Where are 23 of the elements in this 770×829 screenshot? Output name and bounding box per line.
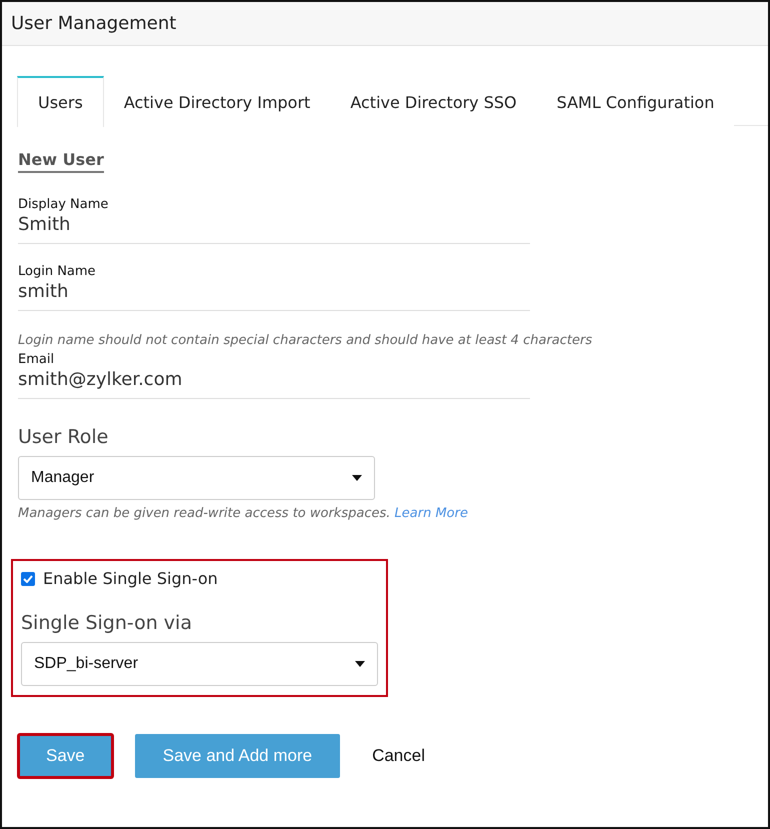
tab[interactable]: Users xyxy=(17,76,104,127)
text-field[interactable]: Display Name Smith xyxy=(18,193,530,244)
role-dropdown[interactable]: Manager xyxy=(18,456,375,500)
field-label: Single Sign-on via xyxy=(21,612,193,634)
role-hint: Managers can be given read-write access to workspaces. Learn More xyxy=(18,506,469,521)
cancel-button[interactable]: Cancel xyxy=(362,734,435,778)
text-field[interactable]: Email smith@zylker.com xyxy=(18,348,530,399)
field-value: Smith xyxy=(18,214,72,235)
sso-dropdown[interactable]: SDP_bi-server xyxy=(21,642,378,686)
field-hint: Login name should not contain special characters and should have at least 4 characters xyxy=(18,333,594,348)
field-label: Email xyxy=(18,352,56,367)
field-label: Display Name xyxy=(18,197,110,212)
text-field[interactable]: Login Name smith xyxy=(18,260,530,311)
window-title: User Management xyxy=(11,13,176,34)
checkbox[interactable] xyxy=(21,572,35,586)
caret-icon xyxy=(355,661,365,667)
field-label: User Role xyxy=(18,426,110,448)
caret-icon xyxy=(352,475,362,481)
field-label: Login Name xyxy=(18,264,97,279)
field-value: smith xyxy=(18,281,70,302)
section-title: New User xyxy=(18,150,104,173)
sso-checkbox[interactable]: Enable Single Sign-on xyxy=(21,569,377,588)
field-value: smith@zylker.com xyxy=(18,369,184,390)
